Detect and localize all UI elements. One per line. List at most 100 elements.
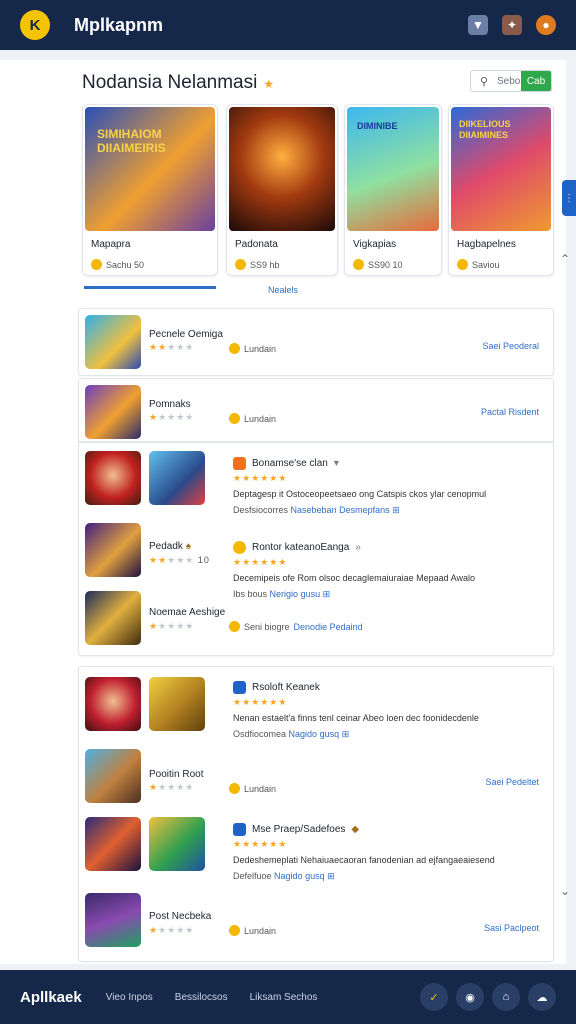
game-icon[interactable]: [85, 385, 141, 439]
game-grid-panel: Bonamse'se clan ▾ ★★★★★★ Deptagesp it Ost…: [78, 442, 554, 656]
coin-icon: [233, 541, 246, 554]
section-title: Nodansia Nelanmasi ★: [82, 72, 275, 93]
detail-description: Nenan estaelt'a finns tenl ceinar Abeo l…: [233, 713, 479, 723]
game-name[interactable]: Pedadk ♠: [149, 541, 191, 552]
game-meta: Seni biogre Denodie Pedaind: [229, 621, 363, 632]
game-price: SS9 hb: [235, 259, 280, 270]
leaf-icon[interactable]: ●: [536, 15, 556, 35]
game-price: Sachu 50: [91, 259, 144, 270]
game-name[interactable]: Noemae Aeshige: [149, 607, 225, 618]
game-action-link[interactable]: Saei Pedeltet: [485, 777, 539, 787]
featured-card[interactable]: DIMINIBE Vigkapias SS90 10: [344, 104, 442, 276]
game-name[interactable]: Pecnele Oemiga: [149, 329, 223, 340]
search-button[interactable]: Cab: [521, 71, 551, 91]
search-box[interactable]: ⚲ Sebo Cab: [470, 70, 552, 92]
filter-icon[interactable]: ▼: [468, 15, 488, 35]
detail-description: Decemipeis ofe Rom olsoc decaglemaiuraia…: [233, 573, 475, 583]
game-action-link[interactable]: Saei Peoderal: [482, 341, 539, 351]
detail-description: Deptagesp it Ostoceopeetsaeo ong Catspis…: [233, 489, 487, 499]
game-name[interactable]: Post Necbeka: [149, 911, 211, 922]
scroll-down-icon[interactable]: ⌄: [560, 884, 570, 898]
game-name[interactable]: Pomnaks: [149, 399, 191, 410]
footer-nav-item[interactable]: Bessilocsos: [175, 992, 228, 1003]
footer-nav-item[interactable]: Vieo Inpos: [106, 992, 153, 1003]
bottom-bar: Apllkaek Vieo Inpos Bessilocsos Liksam S…: [0, 970, 576, 1024]
game-art-banner: DIIKELIOUS DIIAIMINES: [459, 119, 511, 140]
coin-icon: [229, 621, 240, 632]
detail-title[interactable]: Rontor kateanoEanga»: [233, 541, 361, 554]
detail-description: Dedeshemeplati Nehaiuaecaoran fanodenian…: [233, 855, 495, 865]
featured-card[interactable]: SIMIHAIOM DIIAIMEIRIS Mapapra Sachu 50: [82, 104, 218, 276]
game-price: Saviou: [457, 259, 500, 270]
game-icon[interactable]: [149, 677, 205, 731]
featured-card[interactable]: DIIKELIOUS DIIAIMINES Hagbapelnes Saviou: [448, 104, 554, 276]
detail-title[interactable]: Bonamse'se clan ▾: [233, 457, 339, 470]
coin-icon: [229, 925, 240, 936]
more-link[interactable]: Nealels: [268, 285, 298, 295]
top-bar: K Mplkapnm ▼ ✦ ●: [0, 0, 576, 50]
app-logo[interactable]: K: [20, 10, 50, 40]
detail-link[interactable]: Defelfuoe Nagido gusq ⊞: [233, 871, 335, 882]
game-action-link[interactable]: Sasi Paclpeot: [484, 923, 539, 933]
game-icon[interactable]: [85, 749, 141, 803]
app-title: Mplkapnm: [74, 14, 164, 35]
game-icon[interactable]: [85, 591, 141, 645]
game-meta: Lundain: [229, 413, 276, 424]
detail-link[interactable]: Osdfiocomea Nagido gusq ⊞: [233, 729, 349, 740]
game-name: Padonata: [235, 239, 278, 250]
footer-nav-item[interactable]: Liksam Sechos: [250, 992, 318, 1003]
coin-icon: [229, 783, 240, 794]
cloud-icon[interactable]: ☁: [528, 983, 556, 1011]
game-icon[interactable]: [149, 817, 205, 871]
detail-title[interactable]: Mse Praep/Sadefoes ◆: [233, 823, 359, 836]
game-list-panel: Pomnaks ★★★★★ Lundain Pactal Risdent: [78, 378, 554, 442]
game-art: SIMIHAIOM DIIAIMEIRIS: [85, 107, 215, 231]
rating-stars: ★★★★★: [149, 782, 195, 792]
home-icon[interactable]: ⌂: [492, 983, 520, 1011]
side-tab[interactable]: ⋮: [562, 180, 576, 216]
footer-brand: Apllkaek: [20, 988, 82, 1006]
game-icon[interactable]: [85, 893, 141, 947]
game-icon[interactable]: [85, 315, 141, 369]
game-icon[interactable]: [85, 677, 141, 731]
game-icon[interactable]: [85, 451, 141, 505]
search-input[interactable]: Sebo: [497, 71, 521, 91]
game-name: Hagbapelnes: [457, 239, 516, 250]
game-action-link[interactable]: Pactal Risdent: [481, 407, 539, 417]
detail-title[interactable]: Rsoloft Keanek: [233, 681, 320, 694]
detail-link[interactable]: Ibs bous Nerigio gusu ⊞: [233, 589, 330, 600]
coin-icon: [353, 259, 364, 270]
puzzle-icon[interactable]: ✦: [502, 15, 522, 35]
app-badge-icon: [233, 823, 246, 836]
game-art: DIIKELIOUS DIIAIMINES: [451, 107, 551, 231]
game-icon[interactable]: [85, 523, 141, 577]
game-name: Vigkapias: [353, 239, 397, 250]
app-badge-icon: [233, 681, 246, 694]
game-icon[interactable]: [149, 451, 205, 505]
game-meta: Lundain: [229, 925, 276, 936]
active-tab-indicator: [84, 286, 216, 289]
game-list-panel: Pecnele Oemiga ★★★★★ Lundain Saei Peoder…: [78, 308, 554, 376]
game-art-banner: DIMINIBE: [357, 121, 398, 131]
coin-icon: [229, 413, 240, 424]
rating-stars: ★★★★★★: [233, 473, 288, 483]
featured-card[interactable]: Padonata SS9 hb: [226, 104, 338, 276]
chat-icon[interactable]: ◉: [456, 983, 484, 1011]
game-name[interactable]: Pooitin Root: [149, 769, 203, 780]
game-icon[interactable]: [85, 817, 141, 871]
game-art-banner: SIMIHAIOM DIIAIMEIRIS: [97, 127, 166, 155]
star-icon: ★: [263, 77, 275, 91]
coin-icon: [235, 259, 246, 270]
rating-stars: ★★★★★ 10: [149, 555, 210, 565]
rating-stars: ★★★★★: [149, 621, 195, 631]
check-icon[interactable]: ✓: [420, 983, 448, 1011]
coin-icon: [457, 259, 468, 270]
rating-stars: ★★★★★: [149, 412, 195, 422]
game-grid-panel: Rsoloft Keanek ★★★★★★ Nenan estaelt'a fi…: [78, 666, 554, 962]
featured-cards: SIMIHAIOM DIIAIMEIRIS Mapapra Sachu 50 P…: [82, 104, 554, 276]
game-art: [229, 107, 335, 231]
app-badge-icon: [233, 457, 246, 470]
scroll-up-icon[interactable]: ⌃: [560, 252, 570, 266]
detail-link[interactable]: Desfsiocorres Nasebeban Desmepfans ⊞: [233, 505, 400, 516]
coin-icon: [91, 259, 102, 270]
